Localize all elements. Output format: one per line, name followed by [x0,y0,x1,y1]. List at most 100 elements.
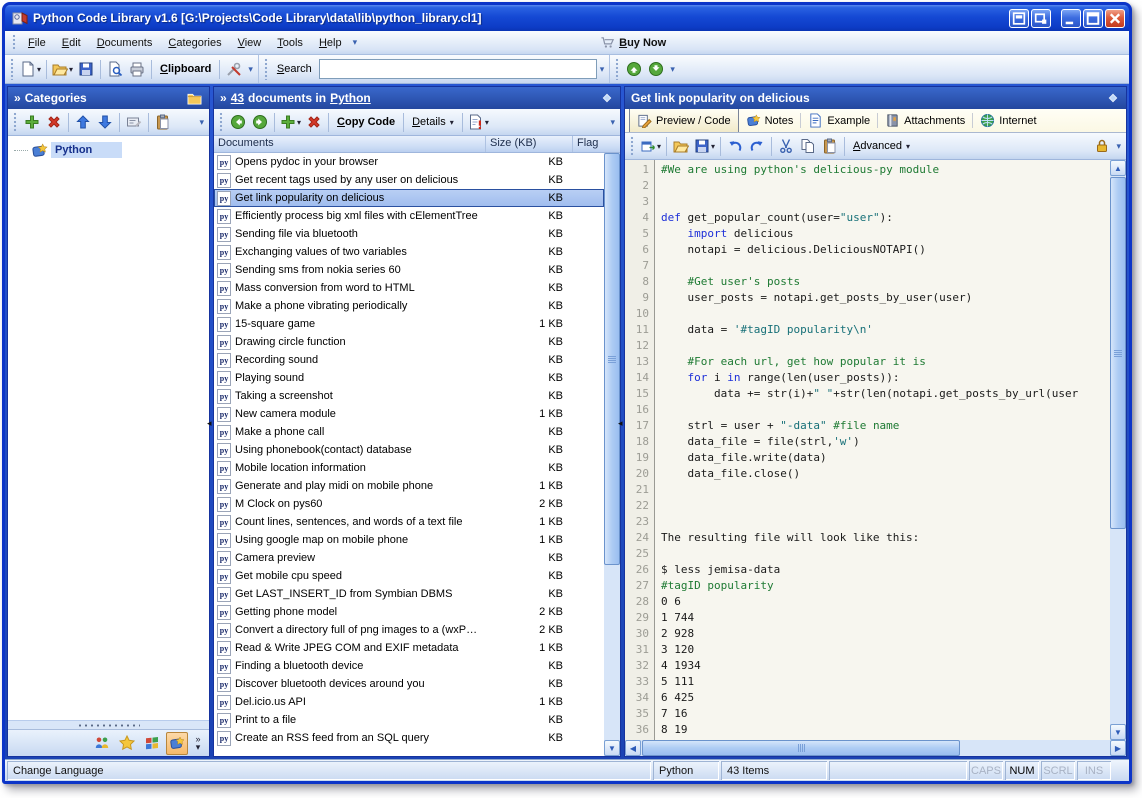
nav-down-button[interactable] [645,58,667,81]
favorites-shortcut-button[interactable] [116,732,138,755]
menu-help[interactable]: Help [311,34,350,52]
close-button[interactable] [1105,9,1125,28]
add-document-button[interactable]: ▾ [278,111,303,134]
document-row[interactable]: pyExchanging values of two variablesKB [214,243,604,261]
categories-overflow-icon[interactable]: ▾ [196,117,207,128]
document-row[interactable]: pyMobile location informationKB [214,459,604,477]
editor-hscrollbar[interactable]: ◀ ▶ [625,740,1126,756]
editor-overflow-icon[interactable]: ▾ [1113,141,1124,152]
column-size[interactable]: Size (KB) [486,136,573,152]
tree-item-python[interactable]: Python [10,140,207,160]
print-button[interactable] [126,58,148,81]
categories-shortcut-button[interactable] [166,732,188,755]
folder-icon[interactable] [186,91,203,106]
document-row[interactable]: pyUsing phonebook(contact) databaseKB [214,441,604,459]
documents-overflow-icon[interactable]: ▾ [607,117,618,128]
nav-overflow-icon[interactable]: ▾ [667,64,678,75]
undo-button[interactable] [724,135,746,158]
editor-scroll-up-icon[interactable]: ▲ [1110,160,1126,176]
editor-toolbar-grip[interactable] [630,136,635,156]
tab-example[interactable]: Example [801,109,877,132]
clipboard-button[interactable]: Clipboard [155,63,216,75]
document-row[interactable]: pyPlaying soundKB [214,369,604,387]
new-document-button[interactable]: ▾ [18,58,43,81]
column-flag[interactable]: Flag [573,136,620,152]
code-editor[interactable]: 1234567891011121314151617181920212223242… [625,160,1126,740]
find-button[interactable] [104,58,126,81]
document-row[interactable]: pyM Clock on pys602 KB [214,495,604,513]
rename-category-button[interactable] [123,111,145,134]
nav-toolbar-grip[interactable] [615,58,620,80]
menu-tools[interactable]: Tools [269,34,311,52]
document-row[interactable]: pyOpens pydoc in your browserKB [214,153,604,171]
panel-menu-icon[interactable] [600,91,614,105]
documents-scroll-thumb[interactable] [604,153,620,565]
redo-button[interactable] [746,135,768,158]
document-row[interactable]: py15-square game1 KB [214,315,604,333]
advanced-dropdown[interactable]: Advanced ▾ [848,140,915,152]
menu-edit[interactable]: Edit [54,34,89,52]
categories-toolbar-grip[interactable] [13,112,18,132]
flag-document-button[interactable]: ▾ [466,111,491,134]
maximize-button[interactable] [1083,9,1103,28]
document-row[interactable]: pyGet link popularity on deliciousKB [214,189,604,207]
tab-notes[interactable]: Notes [739,109,801,132]
menu-file[interactable]: File [20,34,54,52]
copy-button[interactable] [797,135,819,158]
add-category-button[interactable] [21,111,43,134]
document-row[interactable]: pyDiscover bluetooth devices around youK… [214,675,604,693]
menu-documents[interactable]: Documents [89,34,161,52]
document-row[interactable]: pyGet recent tags used by any user on de… [214,171,604,189]
save-button[interactable] [75,58,97,81]
menu-grip[interactable] [12,34,17,51]
nav-splitter-handle[interactable] [8,720,209,729]
document-row[interactable]: pyCreate an RSS feed from an SQL queryKB [214,729,604,747]
copy-code-button[interactable]: Copy Code [332,116,400,128]
options-button[interactable] [223,58,245,81]
tab-internet[interactable]: Internet [973,109,1043,132]
toolbar-grip[interactable] [10,58,15,80]
details-dropdown[interactable]: Details ▾ [407,116,459,128]
code-text[interactable]: #We are using python's delicious-py modu… [655,160,1110,740]
rollup-button[interactable] [1009,9,1029,28]
documents-count-link[interactable]: 43 [231,91,244,105]
document-row[interactable]: pyUsing google map on mobile phone1 KB [214,531,604,549]
search-input[interactable] [319,59,597,79]
document-row[interactable]: pyPrint to a fileKB [214,711,604,729]
minimize-button[interactable] [1061,9,1081,28]
editor-scroll-right-icon[interactable]: ▶ [1110,740,1126,756]
title-bar[interactable]: Python Code Library v1.6 [G:\Projects\Co… [5,5,1129,31]
document-row[interactable]: pyNew camera module1 KB [214,405,604,423]
menu-view[interactable]: View [230,34,270,52]
windows-shortcut-button[interactable] [141,732,163,755]
document-row[interactable]: pyGet mobile cpu speedKB [214,567,604,585]
document-row[interactable]: pyMake a phone callKB [214,423,604,441]
document-row[interactable]: pyGetting phone model2 KB [214,603,604,621]
menu-overflow-icon[interactable]: ▾ [350,37,361,48]
documents-category-link[interactable]: Python [330,91,371,105]
toolbar-overflow-icon[interactable]: ▾ [245,64,256,75]
paste-category-button[interactable] [152,111,174,134]
editor-scroll-down-icon[interactable]: ▼ [1110,724,1126,740]
documents-vscrollbar[interactable]: ▲ ▼ [604,153,620,756]
right-splitter-collapse-icon[interactable]: ◂ [618,418,623,429]
column-documents[interactable]: Documents [214,136,486,152]
delete-category-button[interactable] [43,111,65,134]
document-row[interactable]: pyGenerate and play midi on mobile phone… [214,477,604,495]
document-row[interactable]: pyDel.icio.us API1 KB [214,693,604,711]
document-row[interactable]: pyFinding a bluetooth deviceKB [214,657,604,675]
tab-preview-code[interactable]: Preview / Code [629,109,739,132]
next-document-button[interactable] [249,111,271,134]
open-button[interactable]: ▾ [50,58,75,81]
buy-now-button[interactable]: Buy Now [600,35,666,50]
document-row[interactable]: pyCamera previewKB [214,549,604,567]
resize-grip[interactable] [1113,761,1127,780]
editor-vscrollbar[interactable]: ▲ ▼ [1110,160,1126,740]
preview-panel-menu-icon[interactable] [1106,91,1120,105]
popout-view-button[interactable]: ▾ [638,135,663,158]
delete-document-button[interactable] [303,111,325,134]
document-row[interactable]: pyEfficiently process big xml files with… [214,207,604,225]
contacts-shortcut-button[interactable] [91,732,113,755]
nav-up-button[interactable] [623,58,645,81]
move-down-button[interactable] [94,111,116,134]
